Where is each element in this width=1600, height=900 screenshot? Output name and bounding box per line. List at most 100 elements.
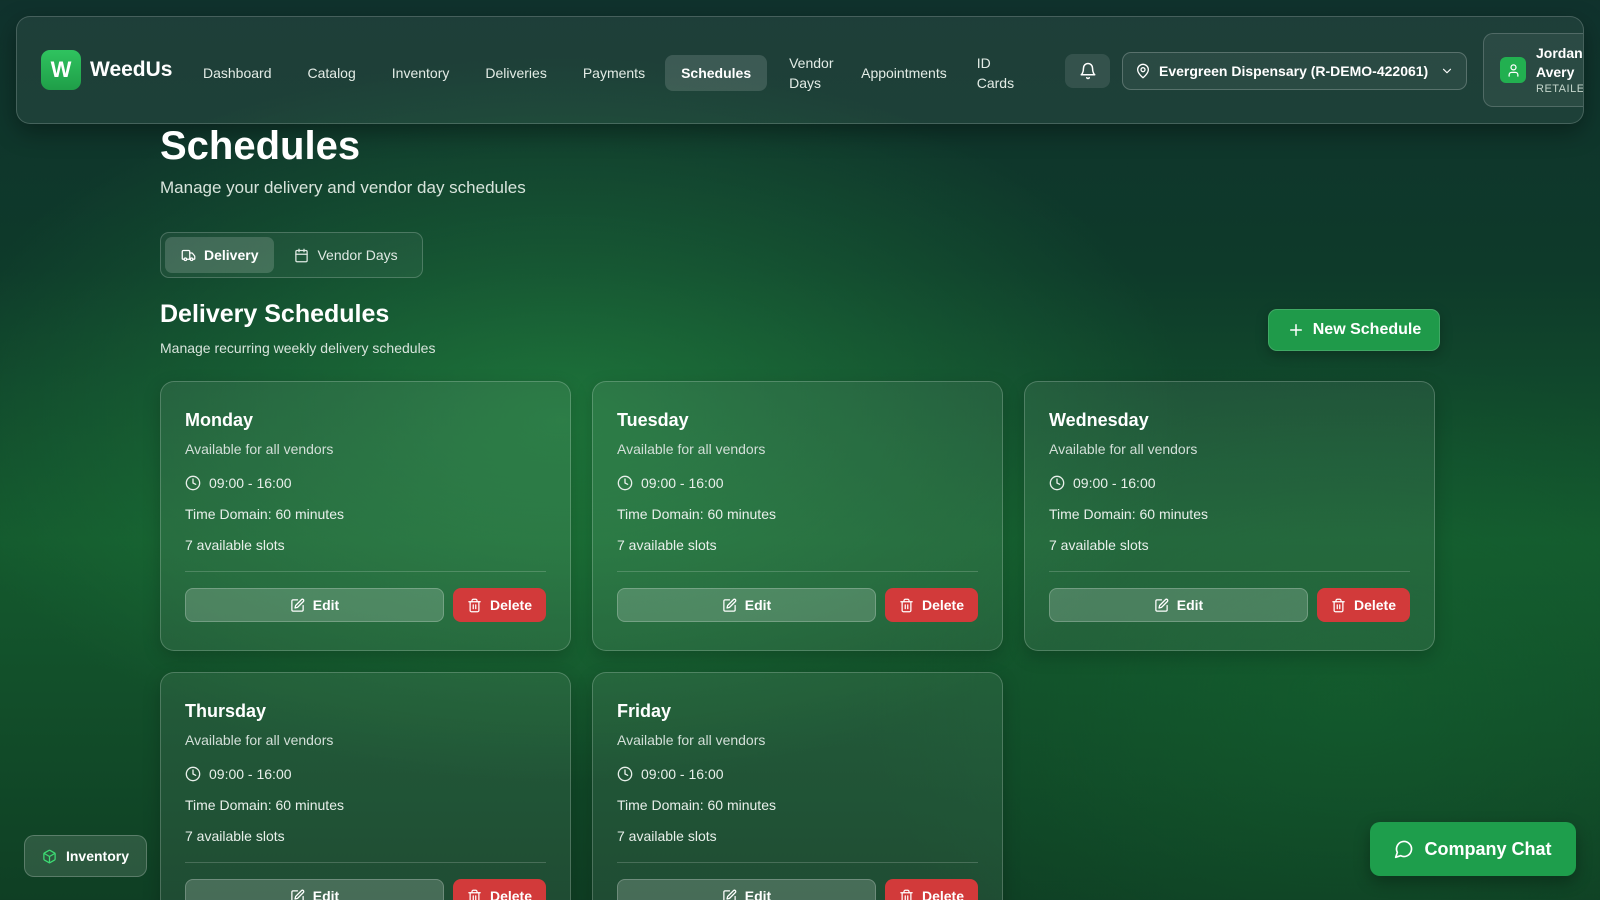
- trash-icon: [468, 889, 481, 900]
- schedule-time-domain: Time Domain: 60 minutes: [185, 797, 344, 813]
- edit-button[interactable]: Edit: [1049, 588, 1308, 622]
- edit-button[interactable]: Edit: [185, 879, 444, 900]
- schedule-availability: Available for all vendors: [185, 732, 334, 748]
- tab-vendor-days[interactable]: Vendor Days: [278, 237, 413, 273]
- schedule-time: 09:00 - 16:00: [641, 766, 724, 782]
- schedule-day: Wednesday: [1049, 410, 1149, 430]
- card-divider: [1049, 571, 1410, 572]
- edit-label: Edit: [744, 597, 772, 613]
- company-chat-button[interactable]: Company Chat: [1370, 822, 1576, 876]
- schedule-slots: 7 available slots: [617, 828, 717, 844]
- truck-icon: [181, 249, 196, 261]
- tab-delivery[interactable]: Delivery: [165, 237, 275, 273]
- package-icon: [43, 849, 56, 863]
- nav-deliveries[interactable]: Deliveries: [469, 55, 562, 91]
- new-schedule-label: New Schedule: [1312, 321, 1422, 338]
- nav-appointments[interactable]: Appointments: [845, 55, 963, 91]
- schedule-slots: 7 available slots: [185, 828, 285, 844]
- schedule-availability: Available for all vendors: [617, 441, 766, 457]
- trash-icon: [468, 598, 481, 612]
- plus-icon: [1289, 324, 1302, 336]
- card-divider: [617, 862, 978, 863]
- page-title: Schedules: [160, 124, 361, 168]
- clock-icon: [617, 475, 633, 491]
- edit-icon: [1155, 598, 1169, 612]
- schedule-availability: Available for all vendors: [1049, 441, 1198, 457]
- schedule-time-row: 09:00 - 16:00: [617, 475, 978, 491]
- top-navigation-bar: W WeedUs Dashboard Catalog Inventory Del…: [16, 16, 1584, 124]
- avatar: [1500, 57, 1526, 83]
- schedule-availability: Available for all vendors: [185, 441, 334, 457]
- schedule-card-friday: Friday Available for all vendors 09:00 -…: [592, 672, 1003, 900]
- main-nav: Dashboard Catalog Inventory Deliveries P…: [187, 49, 1023, 97]
- nav-payments[interactable]: Payments: [567, 55, 661, 91]
- nav-inventory[interactable]: Inventory: [376, 55, 466, 91]
- tab-vendor-days-label: Vendor Days: [317, 247, 398, 263]
- card-actions: Edit Delete: [617, 879, 978, 900]
- nav-catalog[interactable]: Catalog: [292, 55, 372, 91]
- notifications-button[interactable]: [1065, 54, 1110, 88]
- schedule-card-tuesday: Tuesday Available for all vendors 09:00 …: [592, 381, 1003, 651]
- schedule-time-domain: Time Domain: 60 minutes: [1049, 506, 1208, 522]
- card-actions: Edit Delete: [185, 588, 546, 622]
- schedule-slots: 7 available slots: [617, 537, 717, 553]
- nav-vendor-days[interactable]: Vendor Days: [771, 49, 841, 97]
- edit-button[interactable]: Edit: [185, 588, 444, 622]
- card-divider: [617, 571, 978, 572]
- edit-label: Edit: [312, 888, 340, 900]
- schedule-time-row: 09:00 - 16:00: [617, 766, 978, 782]
- edit-label: Edit: [744, 888, 772, 900]
- bell-icon: [1080, 62, 1095, 80]
- chevron-down-icon: [1442, 68, 1452, 74]
- schedule-card-monday: Monday Available for all vendors 09:00 -…: [160, 381, 571, 651]
- clock-icon: [185, 475, 201, 491]
- delete-button[interactable]: Delete: [885, 588, 978, 622]
- edit-icon: [291, 598, 305, 612]
- card-actions: Edit Delete: [185, 879, 546, 900]
- app-name: WeedUs: [90, 58, 173, 81]
- edit-button[interactable]: Edit: [617, 588, 876, 622]
- user-icon: [1508, 63, 1518, 77]
- schedule-time: 09:00 - 16:00: [209, 475, 292, 491]
- schedule-day: Thursday: [185, 701, 267, 721]
- schedule-day: Monday: [185, 410, 254, 430]
- section-title: Delivery Schedules: [160, 300, 390, 328]
- delete-label: Delete: [1353, 597, 1397, 613]
- schedule-slots: 7 available slots: [185, 537, 285, 553]
- location-label: Evergreen Dispensary (R-DEMO-422061): [1159, 63, 1429, 79]
- edit-button[interactable]: Edit: [617, 879, 876, 900]
- card-actions: Edit Delete: [1049, 588, 1410, 622]
- inventory-float-label: Inventory: [65, 848, 129, 864]
- clock-icon: [617, 766, 633, 782]
- nav-schedules[interactable]: Schedules: [665, 55, 768, 91]
- user-menu[interactable]: Jordan Avery RETAILER: [1483, 33, 1583, 107]
- schedule-time-domain: Time Domain: 60 minutes: [185, 506, 344, 522]
- schedule-time-domain: Time Domain: 60 minutes: [617, 506, 776, 522]
- schedule-slots: 7 available slots: [1049, 537, 1149, 553]
- nav-dashboard[interactable]: Dashboard: [187, 55, 288, 91]
- delete-button[interactable]: Delete: [453, 588, 546, 622]
- message-icon: [1395, 840, 1413, 859]
- delete-label: Delete: [921, 888, 965, 900]
- schedule-day: Tuesday: [617, 410, 689, 430]
- schedule-availability: Available for all vendors: [617, 732, 766, 748]
- delete-button[interactable]: Delete: [885, 879, 978, 900]
- page-subtitle: Manage your delivery and vendor day sche…: [160, 178, 526, 197]
- new-schedule-button[interactable]: New Schedule: [1268, 309, 1440, 351]
- edit-label: Edit: [1176, 597, 1204, 613]
- schedule-time: 09:00 - 16:00: [1073, 475, 1156, 491]
- delete-button[interactable]: Delete: [453, 879, 546, 900]
- logo-mark: W: [41, 50, 81, 90]
- nav-id-cards[interactable]: ID Cards: [967, 49, 1023, 97]
- edit-icon: [723, 889, 737, 900]
- tab-delivery-label: Delivery: [204, 247, 259, 263]
- user-name: Jordan Avery: [1536, 45, 1583, 80]
- app-logo[interactable]: W WeedUs: [41, 50, 172, 90]
- delete-button[interactable]: Delete: [1317, 588, 1410, 622]
- user-info: Jordan Avery RETAILER: [1536, 44, 1583, 96]
- inventory-float-button[interactable]: Inventory: [24, 835, 147, 877]
- location-selector[interactable]: Evergreen Dispensary (R-DEMO-422061): [1122, 52, 1467, 90]
- schedule-time-row: 09:00 - 16:00: [1049, 475, 1410, 491]
- edit-label: Edit: [312, 597, 340, 613]
- edit-icon: [291, 889, 305, 900]
